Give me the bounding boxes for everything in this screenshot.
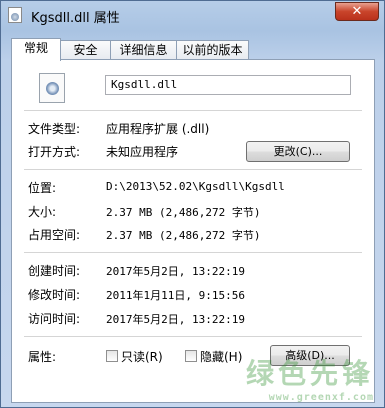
accessed-label: 访问时间: (28, 312, 81, 326)
hidden-label[interactable]: 隐藏(H) (200, 348, 242, 365)
watermark-url: www.greenxf.com (268, 392, 374, 403)
hidden-checkbox[interactable] (185, 350, 197, 362)
file-name-input[interactable]: Kgsdll.dll (105, 75, 351, 95)
created-label: 创建时间: (28, 264, 81, 278)
modified-value: 2011年1月11日, 9:15:56 (106, 289, 245, 302)
opens-with-label: 打开方式: (28, 145, 81, 159)
modified-label: 修改时间: (28, 288, 81, 302)
divider (24, 336, 362, 337)
dll-file-icon (8, 7, 22, 23)
attributes-label: 属性: (28, 350, 57, 364)
properties-window: Kgsdll.dll 属性 ✕ 常规 安全 详细信息 以前的版本 Kgsdll.… (0, 0, 385, 408)
location-label: 位置: (28, 181, 57, 195)
accessed-value: 2017年5月2日, 13:22:19 (106, 313, 245, 326)
created-value: 2017年5月2日, 13:22:19 (106, 265, 245, 278)
window-title: Kgsdll.dll 属性 (31, 11, 120, 26)
size-on-disk-label: 占用空间: (28, 228, 81, 242)
tab-general[interactable]: 常规 (11, 38, 61, 61)
divider (24, 169, 362, 170)
file-type-label: 文件类型: (28, 122, 81, 136)
tab-previous-versions[interactable]: 以前的版本 (176, 40, 249, 60)
tab-security[interactable]: 安全 (60, 40, 111, 60)
divider (24, 110, 362, 111)
file-type-value: 应用程序扩展 (.dll) (106, 122, 210, 136)
watermark-logo-text: 绿色先锋 (245, 357, 374, 390)
divider (24, 252, 362, 253)
readonly-checkbox[interactable] (106, 350, 118, 362)
size-label: 大小: (28, 205, 57, 219)
readonly-label[interactable]: 只读(R) (121, 348, 163, 365)
size-value: 2.37 MB (2,486,272 字节) (106, 206, 261, 219)
site-watermark: 绿色先锋 www.greenxf.com (246, 352, 374, 403)
size-on-disk-value: 2.37 MB (2,486,272 字节) (106, 229, 261, 242)
tab-details[interactable]: 详细信息 (110, 40, 177, 60)
change-button[interactable]: 更改(C)... (246, 141, 350, 162)
dll-file-icon (39, 73, 65, 103)
close-button[interactable]: ✕ (335, 2, 379, 21)
location-value: D:\2013\52.02\Kgsdll\Kgsdll (106, 180, 285, 193)
opens-with-value: 未知应用程序 (106, 145, 179, 159)
